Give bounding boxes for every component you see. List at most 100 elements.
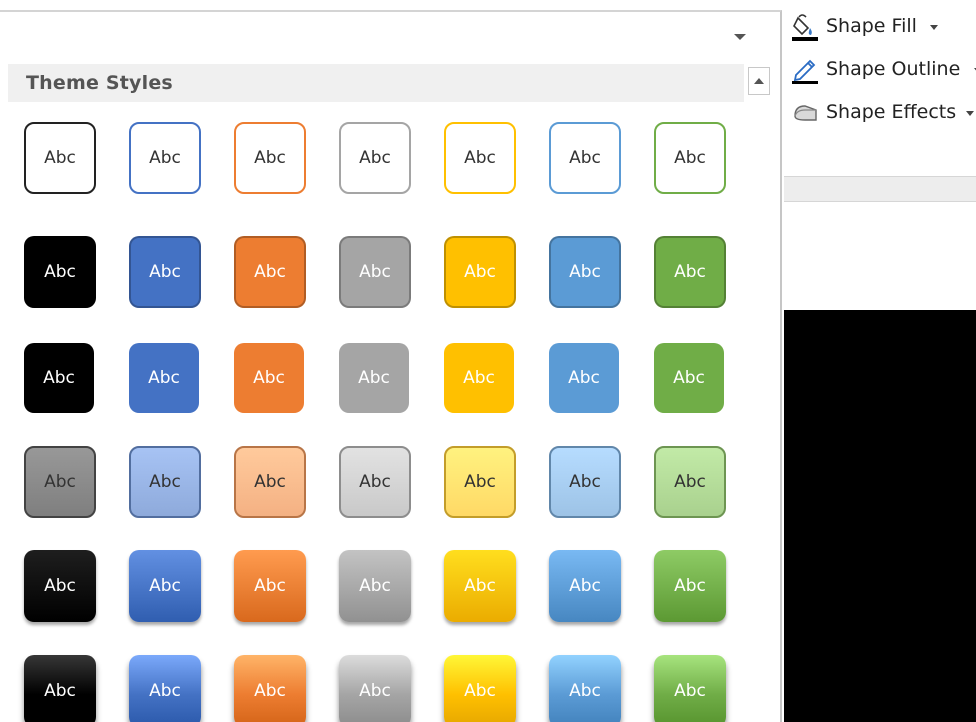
shape-outline-label: Shape Outline [826, 58, 961, 80]
ribbon-divider [784, 176, 976, 202]
style-swatch[interactable]: Abc [444, 550, 516, 622]
swatch-label: Abc [359, 576, 391, 596]
style-swatch[interactable]: Abc [654, 446, 726, 518]
swatch-label: Abc [674, 576, 706, 596]
swatch-label: Abc [464, 576, 496, 596]
chevron-down-icon[interactable] [734, 34, 746, 40]
style-row-intense-effect: Abc Abc Abc Abc Abc Abc Abc [24, 550, 744, 622]
chevron-down-icon[interactable] [966, 111, 974, 116]
style-swatch[interactable]: Abc [234, 655, 306, 722]
swatch-label: Abc [673, 368, 705, 388]
style-swatch[interactable]: Abc [129, 550, 201, 622]
swatch-label: Abc [464, 262, 496, 282]
swatch-label: Abc [359, 472, 391, 492]
swatch-label: Abc [674, 148, 706, 168]
swatch-label: Abc [253, 368, 285, 388]
app-window: Theme Styles Abc Abc Abc Abc Abc Abc Abc Abc Ab… [0, 0, 976, 722]
swatch-label: Abc [148, 368, 180, 388]
swatch-label: Abc [44, 148, 76, 168]
swatch-label: Abc [254, 681, 286, 701]
swatch-label: Abc [149, 681, 181, 701]
swatch-label: Abc [149, 262, 181, 282]
style-swatch[interactable]: Abc [339, 236, 411, 308]
swatch-label: Abc [463, 368, 495, 388]
swatch-label: Abc [359, 148, 391, 168]
paint-bucket-icon [792, 14, 818, 41]
swatch-label: Abc [44, 262, 76, 282]
swatch-label: Abc [569, 148, 601, 168]
style-row-colored-fill: Abc Abc Abc Abc Abc Abc Abc [24, 236, 744, 308]
swatch-label: Abc [359, 262, 391, 282]
style-swatch[interactable]: Abc [549, 655, 621, 722]
style-swatch[interactable]: Abc [549, 550, 621, 622]
style-swatch[interactable]: Abc [444, 122, 516, 194]
style-swatch[interactable]: Abc [549, 122, 621, 194]
style-swatch[interactable]: Abc [129, 343, 199, 413]
swatch-label: Abc [149, 148, 181, 168]
slide-canvas [784, 310, 976, 722]
style-swatch[interactable]: Abc [654, 236, 726, 308]
shape-effects-label: Shape Effects [826, 101, 957, 123]
swatch-label: Abc [44, 472, 76, 492]
style-swatch[interactable]: Abc [24, 655, 96, 722]
style-swatch[interactable]: Abc [234, 446, 306, 518]
swatch-label: Abc [569, 472, 601, 492]
style-swatch[interactable]: Abc [339, 343, 409, 413]
style-swatch[interactable]: Abc [549, 343, 619, 413]
swatch-label: Abc [254, 262, 286, 282]
swatch-label: Abc [149, 576, 181, 596]
style-swatch[interactable]: Abc [654, 655, 726, 722]
style-swatch[interactable]: Abc [549, 236, 621, 308]
style-swatch[interactable]: Abc [24, 343, 94, 413]
style-swatch[interactable]: Abc [654, 343, 724, 413]
style-swatch[interactable]: Abc [24, 122, 96, 194]
style-swatch[interactable]: Abc [339, 122, 411, 194]
swatch-label: Abc [569, 262, 601, 282]
swatch-label: Abc [44, 681, 76, 701]
style-swatch[interactable]: Abc [654, 550, 726, 622]
style-swatch[interactable]: Abc [549, 446, 621, 518]
style-swatch[interactable]: Abc [234, 236, 306, 308]
shape-effects-icon [794, 105, 817, 121]
style-row-colored-fill-white-outline: Abc Abc Abc Abc Abc Abc Abc [24, 342, 744, 414]
style-swatch[interactable]: Abc [24, 446, 96, 518]
style-swatch[interactable]: Abc [339, 550, 411, 622]
style-row-colored-outline: Abc Abc Abc Abc Abc Abc Abc [24, 122, 744, 194]
swatch-label: Abc [254, 148, 286, 168]
chevron-down-icon[interactable] [930, 25, 938, 30]
style-swatch[interactable]: Abc [444, 343, 514, 413]
style-swatch[interactable]: Abc [234, 122, 306, 194]
style-swatch[interactable]: Abc [24, 550, 96, 622]
style-swatch[interactable]: Abc [129, 236, 201, 308]
swatch-label: Abc [569, 576, 601, 596]
style-swatch[interactable]: Abc [444, 655, 516, 722]
style-swatch[interactable]: Abc [129, 446, 201, 518]
swatch-label: Abc [464, 681, 496, 701]
style-swatch[interactable]: Abc [339, 655, 411, 722]
style-swatch[interactable]: Abc [234, 550, 306, 622]
style-swatch[interactable]: Abc [444, 236, 516, 308]
shape-styles-gallery: Theme Styles Abc Abc Abc Abc Abc Abc Abc Abc Ab… [0, 10, 782, 722]
style-swatch[interactable]: Abc [654, 122, 726, 194]
style-swatch[interactable]: Abc [234, 343, 304, 413]
swatch-label: Abc [254, 472, 286, 492]
section-title: Theme Styles [26, 72, 173, 94]
style-swatch[interactable]: Abc [129, 122, 201, 194]
style-swatch[interactable]: Abc [129, 655, 201, 722]
scroll-up-button[interactable] [748, 67, 770, 95]
style-swatch[interactable]: Abc [24, 236, 96, 308]
swatch-label: Abc [358, 368, 390, 388]
swatch-label: Abc [674, 262, 706, 282]
swatch-label: Abc [359, 681, 391, 701]
style-row-intense-effect-shadow: Abc Abc Abc Abc Abc Abc Abc [24, 655, 744, 722]
swatch-label: Abc [254, 576, 286, 596]
style-swatch[interactable]: Abc [339, 446, 411, 518]
swatch-label: Abc [674, 681, 706, 701]
style-swatch[interactable]: Abc [444, 446, 516, 518]
swatch-label: Abc [464, 148, 496, 168]
swatch-label: Abc [568, 368, 600, 388]
swatch-label: Abc [43, 368, 75, 388]
swatch-label: Abc [569, 681, 601, 701]
swatch-label: Abc [674, 472, 706, 492]
shape-fill-label: Shape Fill [826, 15, 917, 37]
